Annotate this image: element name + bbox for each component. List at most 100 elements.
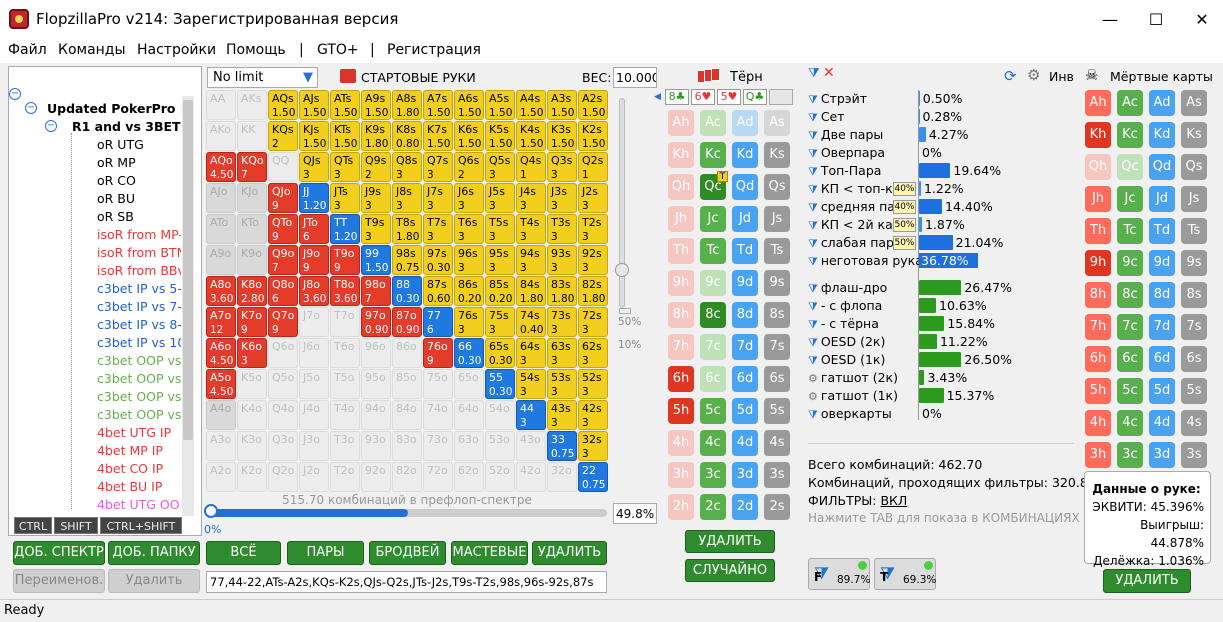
hand-cell[interactable]: Q6o — [268, 338, 298, 368]
card-7d[interactable]: 7d — [1149, 314, 1175, 340]
card-4s[interactable]: 4s — [1181, 410, 1207, 436]
card-Th[interactable]: Th — [668, 238, 694, 264]
tree-item[interactable]: c3bet OOP vs 5-6% — [97, 353, 181, 368]
menu-item-7[interactable]: Регистрация — [387, 42, 481, 58]
hand-cell[interactable]: T3o — [330, 431, 360, 461]
stat-row[interactable]: ⧩ оверкарты — [808, 406, 892, 422]
card-6h[interactable]: 6h — [1085, 346, 1111, 372]
menu-item-5[interactable]: GTO+ — [317, 42, 359, 58]
hand-cell[interactable]: 53s 3 — [547, 369, 577, 399]
card-6h[interactable]: 6h — [668, 366, 694, 392]
hand-cell[interactable]: 43o — [516, 431, 546, 461]
hand-cell[interactable]: K8s 0.80 — [392, 121, 422, 151]
filter-icon[interactable]: ⧩ — [808, 111, 818, 124]
rename-button[interactable]: Переименов. — [13, 569, 105, 593]
hand-cell[interactable]: Q6s 2 — [454, 152, 484, 182]
hand-cell[interactable]: K7s 1.50 — [423, 121, 453, 151]
hand-cell[interactable]: K3o — [237, 431, 267, 461]
hand-cell[interactable]: A6o 4.50 — [206, 338, 236, 368]
card-5d[interactable]: 5d — [1149, 378, 1175, 404]
card-5h[interactable]: 5h — [668, 398, 694, 424]
hand-cell[interactable]: Q3s 3 — [547, 152, 577, 182]
gear-icon[interactable]: ⚙ — [808, 390, 818, 403]
card-As[interactable]: As — [1181, 90, 1207, 116]
card-Kd[interactable]: Kd — [732, 142, 758, 168]
hand-cell[interactable]: AA — [206, 90, 236, 120]
ctrl-key[interactable]: CTRL — [14, 517, 52, 534]
menu-item-0[interactable]: Файл — [8, 42, 47, 58]
stat-row[interactable]: ⧩ флаш-дро — [808, 280, 887, 296]
gear-icon[interactable]: ⚙ — [1027, 66, 1040, 84]
card-Ts[interactable]: Ts — [1181, 218, 1207, 244]
card-2c[interactable]: 2c — [700, 494, 726, 520]
hand-cell[interactable]: 99 1.50 — [361, 245, 391, 275]
add-folder-button[interactable]: ДОБ. ПАПКУ — [108, 541, 200, 565]
hand-cell[interactable]: AKs — [237, 90, 267, 120]
card-4h[interactable]: 4h — [668, 430, 694, 456]
dead-delete-button[interactable]: УДАЛИТЬ — [1103, 569, 1191, 593]
hand-cell[interactable]: T8s 1.80 — [392, 214, 422, 244]
hand-cell[interactable]: JTo 6 — [299, 214, 329, 244]
hand-cell[interactable]: 98s 0.75 — [392, 245, 422, 275]
turn-filter-button[interactable]: ⧩ T 69.3% — [874, 558, 936, 590]
hand-cell[interactable]: J7s 3 — [423, 183, 453, 213]
stat-row[interactable]: ⧩ OESD (1к) — [808, 352, 885, 368]
card-6c[interactable]: 6c — [700, 366, 726, 392]
turn-delete-button[interactable]: УДАЛИТЬ — [685, 530, 775, 553]
card-Qd[interactable]: Qd — [732, 174, 758, 200]
card-8c[interactable]: 8c — [700, 302, 726, 328]
hand-cell[interactable]: 62s 3 — [578, 338, 608, 368]
hand-cell[interactable]: 85o — [392, 369, 422, 399]
tree-scrollbar[interactable] — [182, 96, 194, 516]
hand-cell[interactable]: T3s 3 — [547, 214, 577, 244]
hand-cell[interactable]: T5s 3 — [485, 214, 515, 244]
weight-slider-handle[interactable] — [615, 263, 629, 277]
card-Kc[interactable]: Kc — [1117, 122, 1143, 148]
filter-icon[interactable]: ⧩ — [808, 300, 818, 313]
filter-icon[interactable]: ⧩ — [808, 93, 818, 106]
card-Td[interactable]: Td — [732, 238, 758, 264]
hand-cell[interactable]: 94o — [361, 400, 391, 430]
hand-cell[interactable]: 88 0.30 — [392, 276, 422, 306]
pairs-button[interactable]: ПАРЫ — [287, 541, 364, 565]
hand-cell[interactable]: A5o 4.50 — [206, 369, 236, 399]
hand-cell[interactable]: Q8o 6 — [268, 276, 298, 306]
card-6d[interactable]: 6d — [1149, 346, 1175, 372]
hand-cell[interactable]: KJs 1.50 — [299, 121, 329, 151]
hand-cell[interactable]: A2o — [206, 462, 236, 492]
hand-cell[interactable]: 32o — [547, 462, 577, 492]
card-9c[interactable]: 9c — [700, 270, 726, 296]
hand-cell[interactable]: K9s 1.80 — [361, 121, 391, 151]
stat-row[interactable]: ⧩ средняя па — [808, 199, 895, 215]
hand-cell[interactable]: 95o — [361, 369, 391, 399]
card-3d[interactable]: 3d — [732, 462, 758, 488]
card-Ks[interactable]: Ks — [1181, 122, 1207, 148]
gear-icon[interactable]: ⚙ — [808, 372, 818, 385]
empty-board-slot[interactable] — [769, 89, 793, 105]
board-card[interactable]: 5♥ — [717, 89, 741, 105]
maximize-button[interactable]: ☐ — [1133, 0, 1179, 38]
hand-cell[interactable]: 93s 3 — [547, 245, 577, 275]
stat-row[interactable]: ⧩ слабая пар — [808, 235, 894, 251]
hand-cell[interactable]: KK — [237, 121, 267, 151]
filter-icon[interactable]: ⧩ — [808, 201, 818, 214]
card-6c[interactable]: 6c — [1117, 346, 1143, 372]
card-Js[interactable]: Js — [1181, 186, 1207, 212]
hand-cell[interactable]: JTs 3 — [330, 183, 360, 213]
hand-cell[interactable]: T5o — [330, 369, 360, 399]
weight-badge[interactable]: 40% — [893, 182, 916, 196]
hand-cell[interactable]: A4s 1.50 — [516, 90, 546, 120]
hand-cell[interactable]: K3s 1.50 — [547, 121, 577, 151]
tree-item[interactable]: oR BU — [97, 191, 181, 206]
tree-item[interactable]: isoR from BTN-BU — [97, 245, 181, 260]
hand-cell[interactable]: Q7s 3 — [423, 152, 453, 182]
filter-icon[interactable]: ⧩ — [808, 408, 818, 421]
hand-cell[interactable]: 76o 9 — [423, 338, 453, 368]
card-2s[interactable]: 2s — [764, 494, 790, 520]
hand-cell[interactable]: 74o — [423, 400, 453, 430]
hand-cell[interactable]: K4s 1.50 — [516, 121, 546, 151]
card-Jh[interactable]: Jh — [1085, 186, 1111, 212]
hand-cell[interactable]: T4o — [330, 400, 360, 430]
tree-item[interactable]: c3bet IP vs 5-6% — [97, 281, 181, 296]
hand-cell[interactable]: 74s 0.40 — [516, 307, 546, 337]
